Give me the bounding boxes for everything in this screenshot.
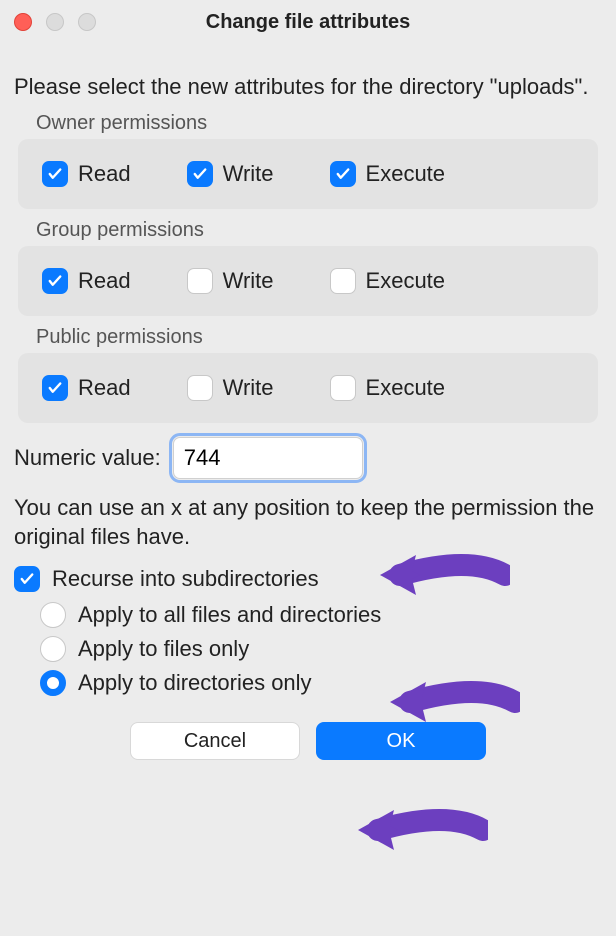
- group-read-item[interactable]: Read: [42, 268, 131, 294]
- dialog-content: Please select the new attributes for the…: [0, 44, 616, 760]
- owner-read-checkbox[interactable]: [42, 161, 68, 187]
- close-icon[interactable]: [14, 13, 32, 31]
- public-execute-label: Execute: [366, 375, 446, 401]
- check-icon: [46, 272, 64, 290]
- recurse-row[interactable]: Recurse into subdirectories: [14, 566, 602, 592]
- group-write-checkbox[interactable]: [187, 268, 213, 294]
- group-permissions-legend: Group permissions: [36, 219, 604, 242]
- check-icon: [334, 165, 352, 183]
- recurse-checkbox[interactable]: [14, 566, 40, 592]
- maximize-icon: [78, 13, 96, 31]
- recurse-option-dirs-label: Apply to directories only: [78, 670, 312, 696]
- check-icon: [191, 165, 209, 183]
- group-execute-item[interactable]: Execute: [330, 268, 446, 294]
- public-write-item[interactable]: Write: [187, 375, 274, 401]
- group-read-label: Read: [78, 268, 131, 294]
- intro-text: Please select the new attributes for the…: [14, 72, 602, 102]
- owner-execute-item[interactable]: Execute: [330, 161, 446, 187]
- group-execute-checkbox[interactable]: [330, 268, 356, 294]
- public-write-label: Write: [223, 375, 274, 401]
- recurse-option-all-radio[interactable]: [40, 602, 66, 628]
- owner-permissions-panel: Read Write Execute: [18, 139, 598, 209]
- group-execute-label: Execute: [366, 268, 446, 294]
- owner-read-label: Read: [78, 161, 131, 187]
- cancel-button[interactable]: Cancel: [130, 722, 300, 760]
- public-execute-item[interactable]: Execute: [330, 375, 446, 401]
- check-icon: [46, 379, 64, 397]
- recurse-option-all[interactable]: Apply to all files and directories: [40, 602, 604, 628]
- public-permissions-legend: Public permissions: [36, 326, 604, 349]
- recurse-option-dirs-radio[interactable]: [40, 670, 66, 696]
- owner-execute-label: Execute: [366, 161, 446, 187]
- public-execute-checkbox[interactable]: [330, 375, 356, 401]
- public-read-label: Read: [78, 375, 131, 401]
- owner-write-checkbox[interactable]: [187, 161, 213, 187]
- recurse-label: Recurse into subdirectories: [52, 566, 319, 592]
- check-icon: [46, 165, 64, 183]
- recurse-option-files-label: Apply to files only: [78, 636, 249, 662]
- recurse-option-files[interactable]: Apply to files only: [40, 636, 604, 662]
- owner-execute-checkbox[interactable]: [330, 161, 356, 187]
- recurse-option-files-radio[interactable]: [40, 636, 66, 662]
- check-icon: [18, 570, 36, 588]
- recurse-option-all-label: Apply to all files and directories: [78, 602, 381, 628]
- public-read-checkbox[interactable]: [42, 375, 68, 401]
- group-permissions-panel: Read Write Execute: [18, 246, 598, 316]
- minimize-icon: [46, 13, 64, 31]
- titlebar: Change file attributes: [0, 0, 616, 44]
- group-read-checkbox[interactable]: [42, 268, 68, 294]
- recurse-radio-group: Apply to all files and directories Apply…: [40, 602, 604, 696]
- owner-write-label: Write: [223, 161, 274, 187]
- numeric-value-label: Numeric value:: [14, 445, 161, 471]
- numeric-value-row: Numeric value:: [14, 437, 602, 479]
- group-write-label: Write: [223, 268, 274, 294]
- ok-button[interactable]: OK: [316, 722, 486, 760]
- button-row: Cancel OK: [12, 722, 604, 760]
- owner-permissions-legend: Owner permissions: [36, 112, 604, 135]
- numeric-value-input[interactable]: [173, 437, 363, 479]
- public-permissions-panel: Read Write Execute: [18, 353, 598, 423]
- owner-read-item[interactable]: Read: [42, 161, 131, 187]
- recurse-option-dirs[interactable]: Apply to directories only: [40, 670, 604, 696]
- help-text: You can use an x at any position to keep…: [14, 493, 602, 552]
- public-write-checkbox[interactable]: [187, 375, 213, 401]
- annotation-arrow-icon: [358, 800, 488, 860]
- owner-write-item[interactable]: Write: [187, 161, 274, 187]
- group-write-item[interactable]: Write: [187, 268, 274, 294]
- traffic-lights: [14, 13, 96, 31]
- public-read-item[interactable]: Read: [42, 375, 131, 401]
